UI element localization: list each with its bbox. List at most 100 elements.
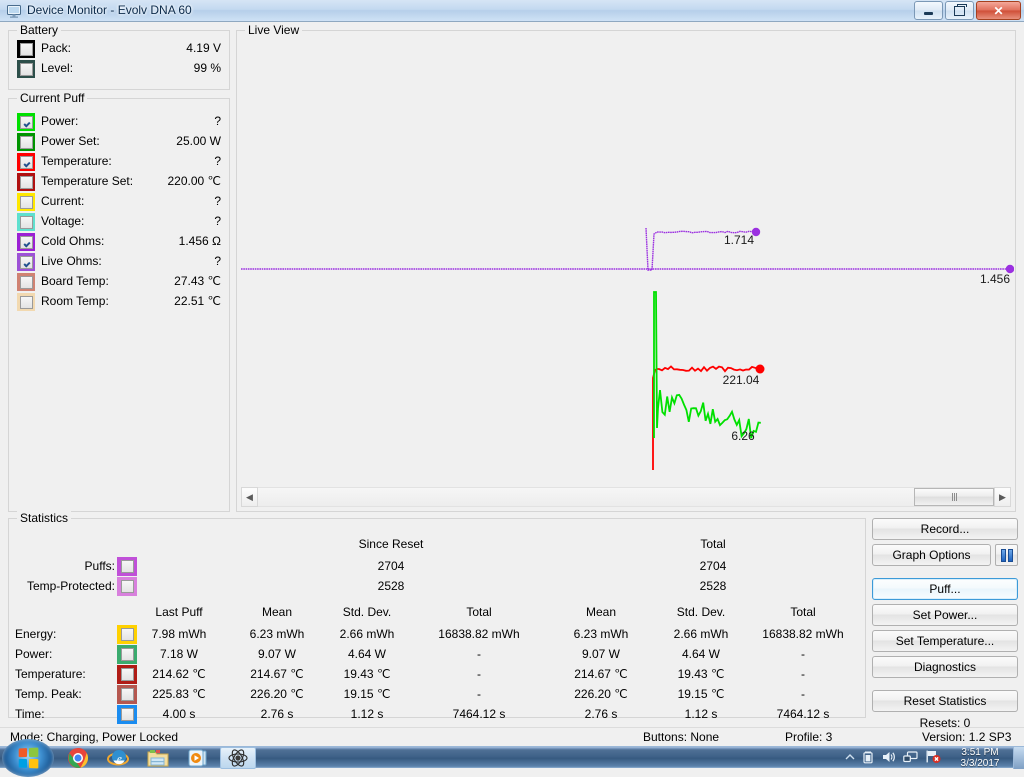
scroll-track[interactable] [258,487,994,507]
checkmark-icon [19,115,33,129]
chart-value-label: 6.26 [731,429,755,443]
current-puff-group: Current Puff Power:? Power Set: 25.00 W Tem… [8,91,230,512]
series-toggle-checkbox[interactable] [17,60,35,78]
series-toggle-checkbox[interactable] [17,273,35,291]
graph-horizontal-scrollbar[interactable]: ◀ ▶ [241,487,1011,507]
record-button[interactable]: Record... [872,518,1018,540]
data-row: Board Temp: 27.43 ℃ [9,272,229,292]
show-hidden-icons-arrow[interactable] [845,751,855,765]
window-title-bar[interactable]: Device Monitor - Evolv DNA 60 ✕ [0,0,1024,22]
live-graph-canvas[interactable]: 1.714 1.456 221.04 6.26 [238,45,1014,481]
row-value: 25.00 W [176,134,221,148]
actions-panel: Record... Graph Options Puff... Set Powe… [872,518,1018,730]
window-controls: ✕ [914,1,1021,20]
series-toggle-checkbox[interactable] [17,40,35,58]
row-label: Temperature Set: [41,174,134,188]
current-puff-group-title: Current Puff [17,91,88,105]
graph-options-row: Graph Options [872,544,1018,570]
row-value: ? [214,194,221,208]
column-header: Total [790,605,816,619]
stat-cell: - [801,687,805,701]
data-row: Temperature Set: 220.00 ℃ [9,172,229,192]
stat-cell: 19.15 ℃ [343,687,391,701]
column-header: Std. Dev. [342,605,392,619]
stat-cell: 7464.12 s [776,707,830,721]
series-toggle-checkbox[interactable] [17,153,35,171]
battery-icon[interactable] [862,750,874,767]
series-toggle-checkbox[interactable] [17,113,35,131]
minimize-button[interactable] [914,1,943,20]
battery-group: Battery Pack: 4.19 V Level: 99 % [8,23,230,90]
statistics-group: Statistics Since Reset Total Puffs: 2704 270… [8,511,866,724]
stat-cell: 16838.82 mWh [762,627,844,641]
internet-explorer-icon[interactable]: e [100,747,136,769]
reset-statistics-button[interactable]: Reset Statistics [872,690,1018,712]
graph-options-button[interactable]: Graph Options [872,544,991,566]
system-tray: 3:51 PM 3/3/2017 [845,747,1024,769]
series-toggle-checkbox[interactable] [17,133,35,151]
data-row: Power:? [9,112,229,132]
series-toggle-checkbox[interactable] [117,577,137,596]
series-toggle-checkbox[interactable] [117,557,137,576]
windows-taskbar: e 3:51 PM 3/3/2017 [0,739,1024,777]
network-icon[interactable] [903,750,918,767]
empty-checkbox-icon [120,560,134,573]
set-temperature-button[interactable]: Set Temperature... [872,630,1018,652]
show-desktop-button[interactable] [1013,747,1024,769]
set-power-button[interactable]: Set Power... [872,604,1018,626]
row-label: Power Set: [41,134,100,148]
taskbar-apps: e [60,747,256,769]
chrome-icon[interactable] [60,747,96,769]
device-monitor-icon[interactable] [220,747,256,769]
row-value: 27.43 ℃ [174,274,221,288]
start-orb-icon[interactable] [2,739,54,777]
series-toggle-checkbox[interactable] [17,253,35,271]
media-player-icon[interactable] [180,747,216,769]
monitor-icon [6,3,22,19]
file-explorer-icon[interactable] [140,747,176,769]
row-label: Board Temp: [41,274,109,288]
stat-cell: 16838.82 mWh [438,627,520,641]
series-toggle-checkbox[interactable] [17,213,35,231]
diagnostics-button[interactable]: Diagnostics [872,656,1018,678]
taskbar-clock[interactable]: 3:51 PM 3/3/2017 [947,747,1013,769]
restore-icon [946,2,973,19]
chart-value-label: 221.04 [723,373,760,387]
windows-logo-icon [18,747,39,769]
row-value: 4.19 V [186,41,221,55]
action-center-flag-icon[interactable] [925,749,941,767]
scroll-right-arrow-icon[interactable]: ▶ [994,487,1011,507]
data-row: Level: 99 % [9,59,229,79]
series-toggle-checkbox[interactable] [17,233,35,251]
horizontal-scroll-thumb[interactable] [914,488,994,506]
close-button[interactable]: ✕ [976,1,1021,20]
stat-cell: - [477,687,481,701]
close-icon: ✕ [993,3,1004,18]
volume-icon[interactable] [881,750,896,767]
empty-checkbox-icon [19,295,33,309]
maximize-button[interactable] [945,1,974,20]
stat-row-label: Temperature: [15,667,86,681]
row-label: Voltage: [41,214,85,228]
stat-row-label: Time: [15,707,45,721]
row-value: ? [214,254,221,268]
counter-total: 2704 [699,559,727,573]
status-profile: Profile: 3 [785,730,833,744]
checkmark-icon [19,155,33,169]
row-value: 99 % [193,61,221,75]
pause-icon[interactable] [995,544,1018,566]
data-row: Power Set: 25.00 W [9,132,229,152]
status-version: Version: 1.2 SP3 [922,730,1012,744]
series-toggle-checkbox[interactable] [17,173,35,191]
puff-button[interactable]: Puff... [872,578,1018,600]
counter-since-reset: 2528 [377,579,405,593]
data-row: Live Ohms:? [9,252,229,272]
row-label: Temperature: [41,154,112,168]
stat-row-label: Power: [15,647,53,661]
scroll-left-arrow-icon[interactable]: ◀ [241,487,258,507]
stat-row-label: Temp. Peak: [15,687,82,701]
stat-cell: - [477,647,481,661]
empty-checkbox-icon [19,195,33,209]
series-toggle-checkbox[interactable] [17,293,35,311]
series-toggle-checkbox[interactable] [17,193,35,211]
